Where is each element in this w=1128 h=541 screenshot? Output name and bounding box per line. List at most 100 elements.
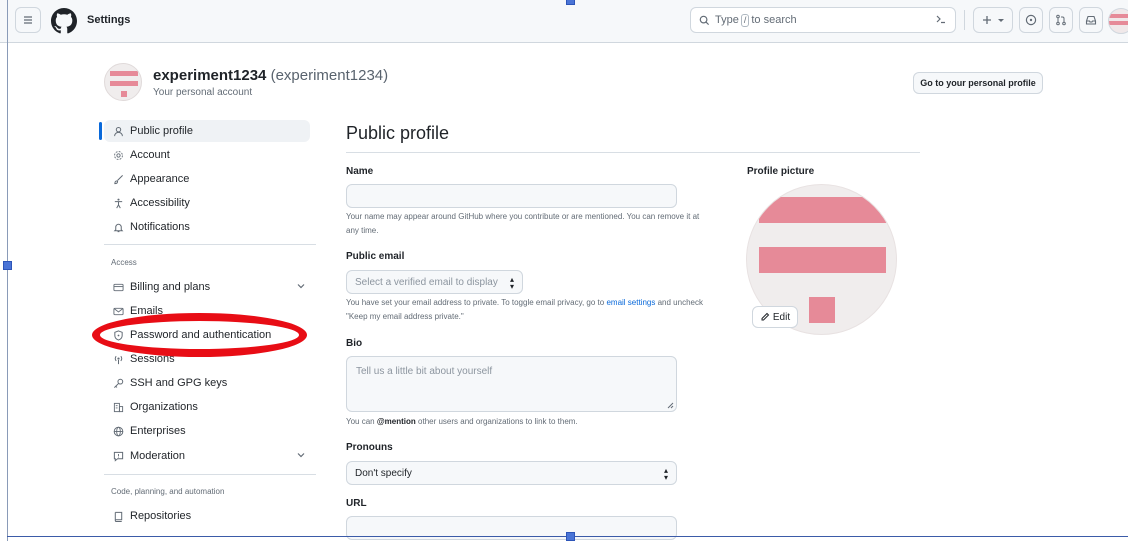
mention-text: @mention <box>376 417 416 426</box>
url-label: URL <box>346 498 367 509</box>
chevron-down-icon[interactable] <box>296 281 306 291</box>
public-email-help-text: You have set your email address to priva… <box>346 296 706 324</box>
hamburger-icon <box>24 16 32 24</box>
name-field[interactable] <box>346 184 677 208</box>
edit-button-label: Edit <box>772 311 791 323</box>
account-avatar <box>104 63 142 101</box>
chevron-down-icon[interactable] <box>296 450 306 460</box>
bio-textarea[interactable]: Tell us a little bit about yourself <box>346 356 677 412</box>
paintbrush-icon <box>112 173 124 185</box>
pronouns-select[interactable]: Don't specify ▴ ▾ <box>346 461 677 485</box>
bell-icon <box>112 221 124 233</box>
git-pull-request-icon <box>1056 14 1066 26</box>
organization-icon <box>112 401 124 413</box>
active-indicator <box>99 122 102 140</box>
name-label: Name <box>346 166 374 177</box>
public-email-select-value: Select a verified email to display <box>355 277 498 288</box>
inbox-icon <box>1085 15 1097 25</box>
public-email-select[interactable]: Select a verified email to display ▴ ▾ <box>346 270 523 294</box>
sidebar-heading-code: Code, planning, and automation <box>111 487 225 496</box>
sidebar-item-label: Notifications <box>130 221 190 233</box>
sidebar-item-account[interactable]: Account <box>104 144 310 166</box>
gear-icon <box>112 149 124 161</box>
pencil-icon <box>761 312 770 321</box>
key-icon <box>112 377 124 389</box>
profile-picture-label: Profile picture <box>747 166 815 177</box>
email-settings-link[interactable]: email settings <box>606 298 655 307</box>
search-suffix: to search <box>751 14 797 26</box>
bio-help-text: You can @mention other users and organiz… <box>346 415 706 429</box>
select-arrows-icon: ▴ ▾ <box>664 466 669 482</box>
go-to-profile-button[interactable]: Go to your personal profile <box>913 72 1043 94</box>
top-header: Settings Type / to search <box>0 0 1128 43</box>
user-avatar-menu[interactable] <box>1108 8 1128 34</box>
pronouns-select-value: Don't specify <box>355 468 412 479</box>
search-input[interactable]: Type / to search <box>690 7 956 33</box>
sidebar-item-appearance[interactable]: Appearance <box>104 168 310 190</box>
menu-button[interactable] <box>15 7 41 33</box>
mail-icon <box>112 305 124 317</box>
account-login: (experiment1234) <box>270 67 389 84</box>
identicon-avatar-icon <box>110 71 138 97</box>
report-icon <box>112 450 124 462</box>
caret-down-icon <box>997 19 1004 22</box>
page-title: Public profile <box>346 123 450 143</box>
sidebar-item-label: Account <box>130 149 170 161</box>
search-icon <box>699 15 710 25</box>
selection-frame-left <box>7 0 8 541</box>
bio-placeholder: Tell us a little bit about yourself <box>356 366 493 377</box>
annotation-ellipse <box>92 313 307 357</box>
sidebar-item-public-profile[interactable]: Public profile <box>104 120 310 142</box>
name-help-text: Your name may appear around GitHub where… <box>346 212 700 235</box>
create-new-button[interactable] <box>973 7 1013 33</box>
search-shortcut-key: / <box>740 13 750 27</box>
sidebar-item-notifications[interactable]: Notifications <box>104 216 310 238</box>
identicon-avatar-icon <box>1109 14 1128 25</box>
bio-note-text: other users and organizations to link to… <box>418 417 578 426</box>
sidebar-item-label: Repositories <box>130 510 192 522</box>
resize-handle-icon[interactable] <box>667 402 674 409</box>
sidebar-item-moderation[interactable]: Moderation <box>104 445 310 467</box>
sidebar-item-label: Accessibility <box>130 197 190 209</box>
sidebar-item-label: SSH and GPG keys <box>130 377 228 389</box>
issue-opened-icon <box>1025 14 1037 26</box>
plus-icon <box>982 16 991 24</box>
select-arrows-icon: ▴ ▾ <box>510 275 515 291</box>
public-email-label: Public email <box>346 251 405 262</box>
credit-card-icon <box>112 281 124 293</box>
sidebar-item-enterprises[interactable]: Enterprises <box>104 420 310 442</box>
inbox-button[interactable] <box>1079 7 1103 33</box>
sidebar-item-organizations[interactable]: Organizations <box>104 396 310 418</box>
sidebar-item-billing[interactable]: Billing and plans <box>104 276 310 298</box>
sidebar-item-label: Appearance <box>130 173 190 185</box>
sidebar-item-label: Moderation <box>130 450 186 462</box>
sidebar-item-repositories[interactable]: Repositories <box>104 505 310 527</box>
broadcast-icon <box>112 353 124 365</box>
github-logo-icon[interactable] <box>51 8 77 34</box>
sidebar-item-accessibility[interactable]: Accessibility <box>104 192 310 214</box>
bio-label: Bio <box>346 338 363 349</box>
pronouns-label: Pronouns <box>346 442 393 453</box>
sidebar-divider <box>104 244 316 245</box>
sidebar-item-ssh-gpg-keys[interactable]: SSH and GPG keys <box>104 372 310 394</box>
sidebar-item-label: Billing and plans <box>130 281 211 293</box>
command-palette-icon[interactable] <box>935 13 947 25</box>
pull-requests-button[interactable] <box>1049 7 1073 33</box>
edit-profile-picture-button[interactable]: Edit <box>752 306 798 328</box>
header-divider <box>964 10 965 30</box>
person-icon <box>112 125 124 137</box>
header-context-title[interactable]: Settings <box>87 14 130 26</box>
sidebar-item-label: Public profile <box>130 125 193 137</box>
email-note-text: You have set your email address to priva… <box>346 298 605 307</box>
issues-button[interactable] <box>1019 7 1043 33</box>
bio-note-text: You can <box>346 417 375 426</box>
resize-handle-bottom[interactable] <box>566 532 575 541</box>
account-name[interactable]: experiment1234 (experiment1234) <box>153 67 388 84</box>
resize-handle-left[interactable] <box>3 261 12 270</box>
sidebar-divider <box>104 474 316 475</box>
sidebar-item-label: Organizations <box>130 401 198 413</box>
account-subtitle: Your personal account <box>153 87 253 98</box>
accessibility-icon <box>112 197 124 209</box>
resize-handle-top[interactable] <box>566 0 575 5</box>
globe-icon <box>112 425 124 437</box>
